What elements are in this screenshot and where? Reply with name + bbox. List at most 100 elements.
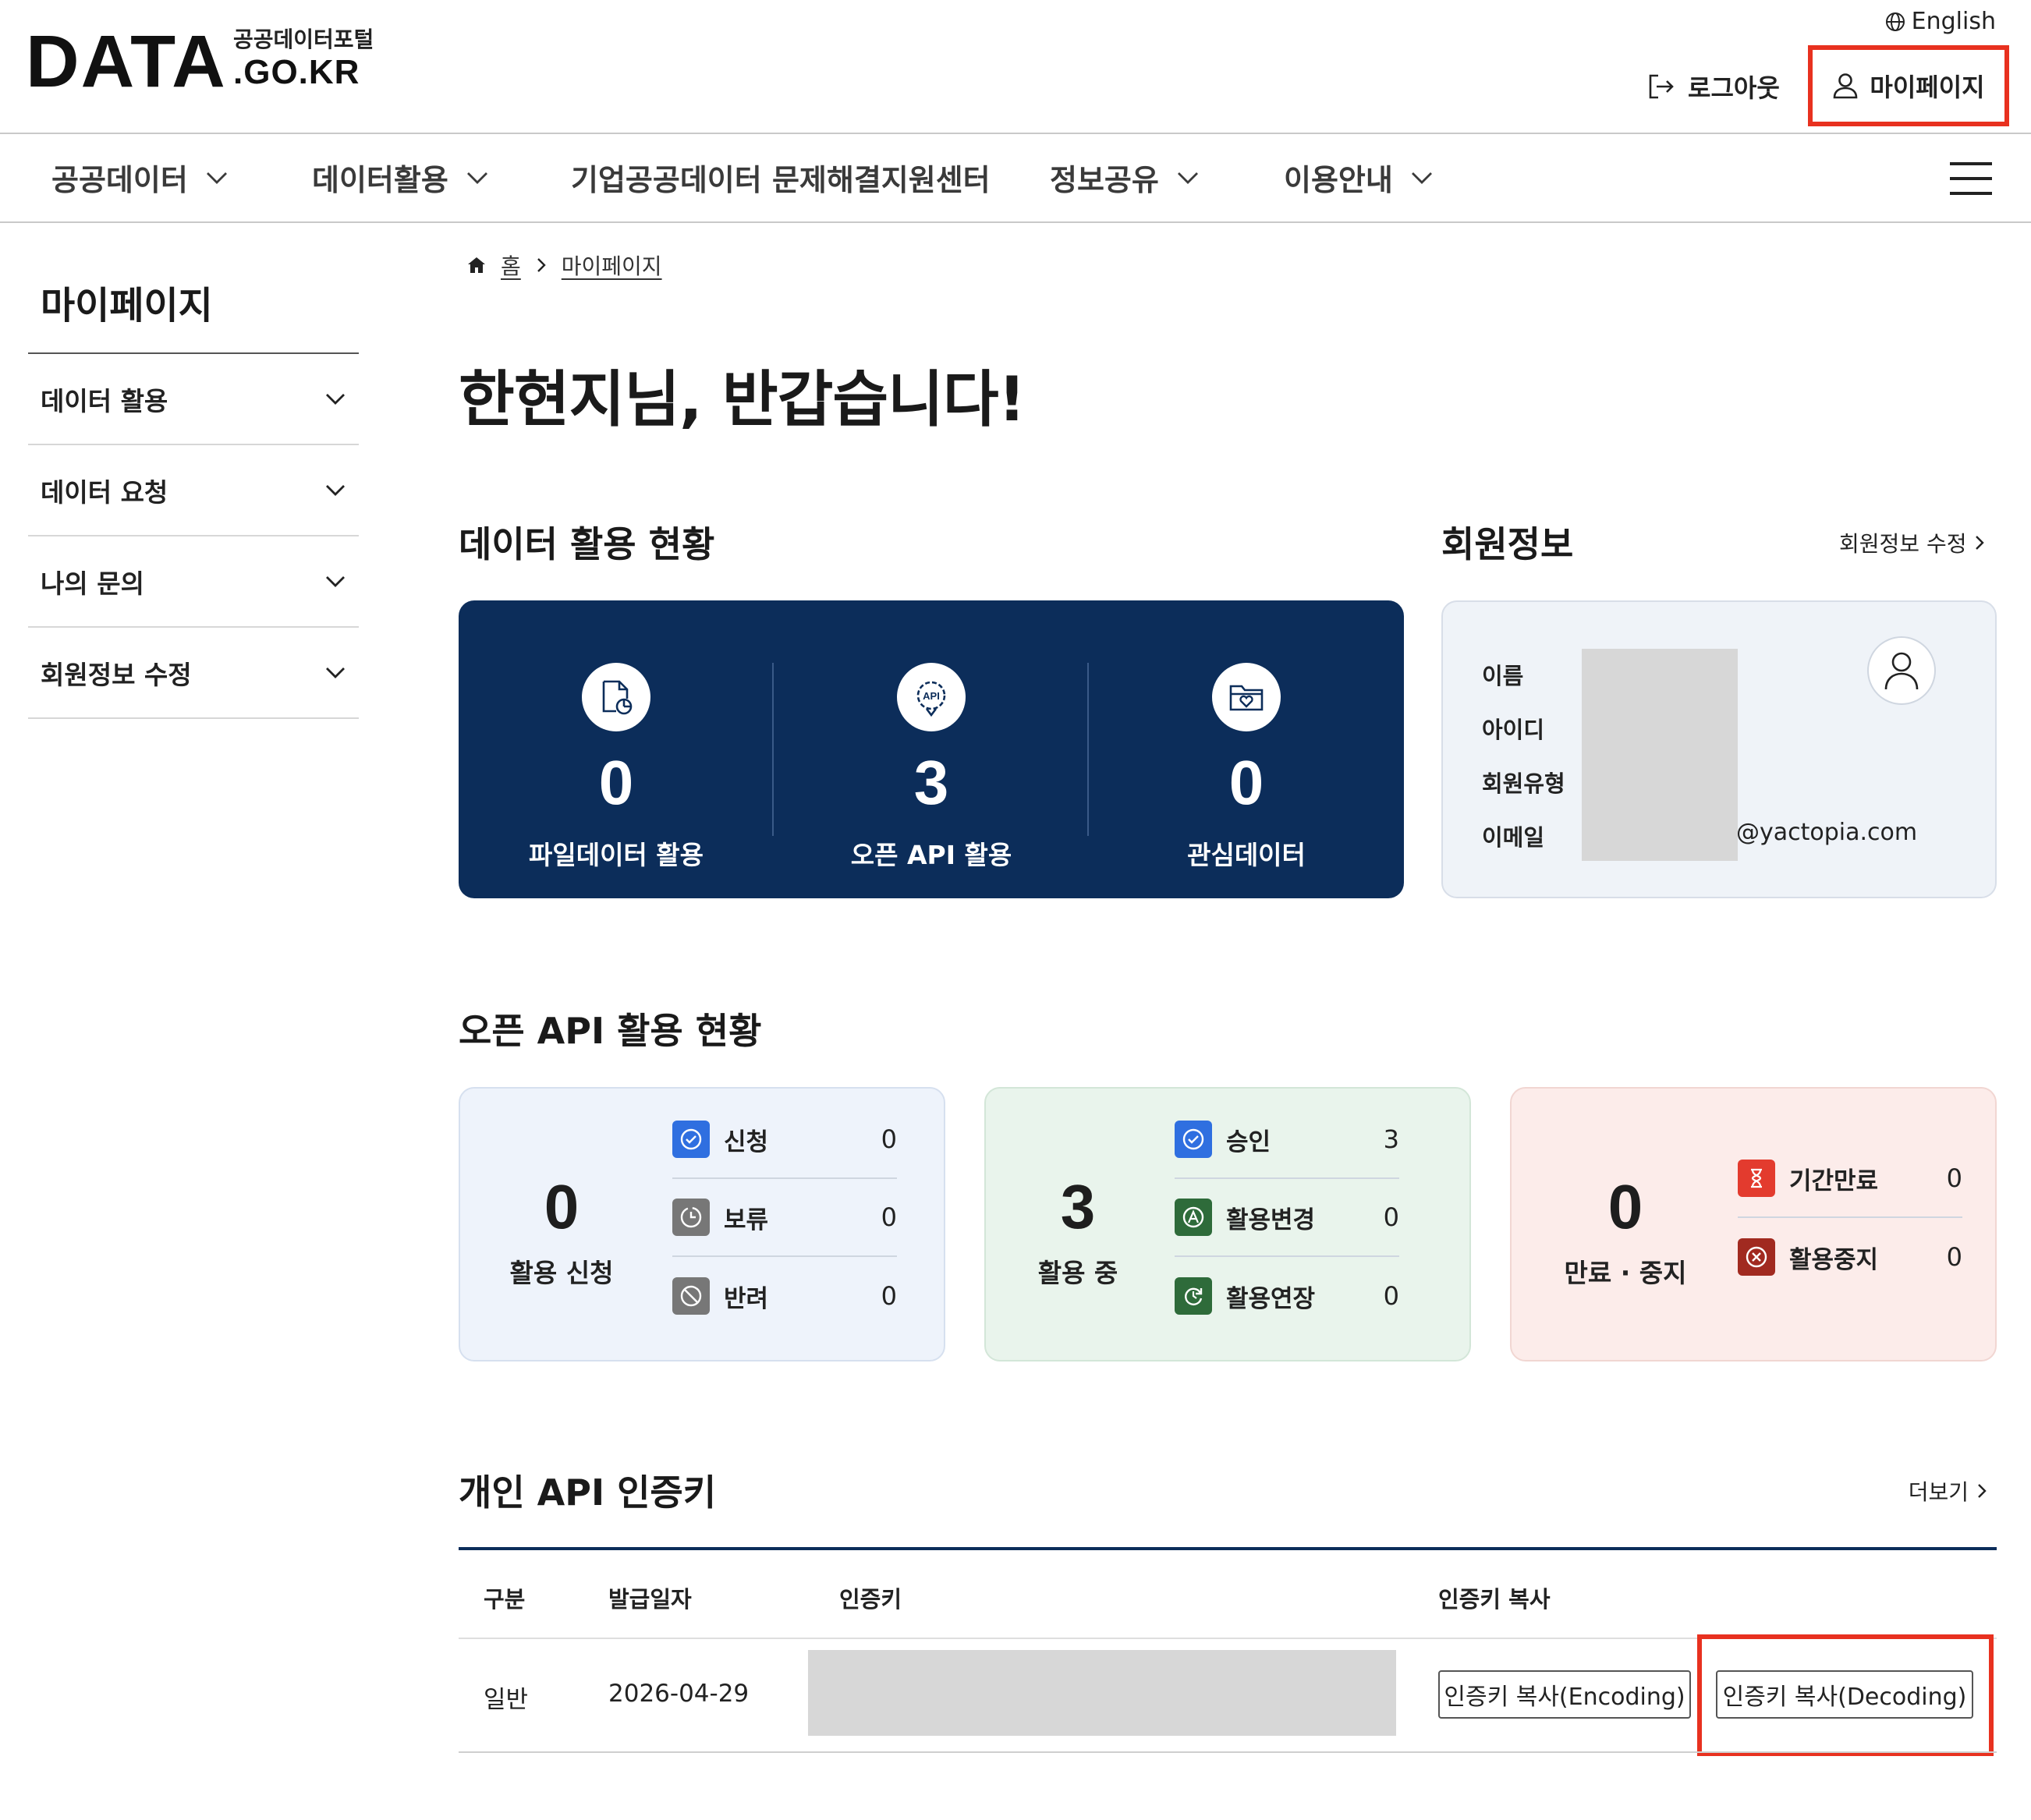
chevron-down-icon	[1410, 171, 1434, 185]
member-label-name: 이름	[1482, 663, 1524, 689]
gnb-item-public-data[interactable]: 공공데이터	[51, 156, 229, 199]
status-count: 0	[1383, 1281, 1399, 1311]
gnb-label: 정보공유	[1050, 163, 1159, 197]
api-card-application: 0 활용 신청 신청 0 보류 0 반려 0	[459, 1087, 945, 1361]
card-value: 0	[544, 1172, 580, 1241]
file-chart-icon	[582, 663, 650, 731]
status-row-change[interactable]: 활용변경 0	[1175, 1179, 1399, 1257]
menu-icon[interactable]	[1950, 162, 1992, 195]
global-nav: 공공데이터 데이터활용 기업공공데이터 문제해결지원센터 정보공유 이용안내	[0, 134, 2031, 223]
sidebar-item-data-usage[interactable]: 데이터 활용	[28, 354, 359, 445]
stat-label: 파일데이터 활용	[528, 840, 704, 870]
data-usage-title: 데이터 활용 현황	[459, 523, 715, 565]
sidebar-item-data-request[interactable]: 데이터 요청	[28, 445, 359, 536]
sidebar-item-label: 회원정보 수정	[41, 659, 192, 690]
chevron-down-icon	[324, 666, 346, 680]
more-link[interactable]: 더보기	[1909, 1475, 1987, 1507]
table-bottom-border	[459, 1751, 1997, 1753]
stat-interest-data[interactable]: 0 관심데이터	[1089, 663, 1404, 872]
clock-icon	[672, 1199, 710, 1236]
status-label: 활용중지	[1789, 1245, 1879, 1274]
extend-icon	[1175, 1277, 1212, 1315]
card-label: 활용 중	[1037, 1258, 1118, 1288]
gnb-label: 기업공공데이터 문제해결지원센터	[571, 163, 991, 197]
sidebar-item-label: 데이터 요청	[41, 476, 168, 508]
chevron-right-icon	[535, 257, 548, 274]
data-usage-panel: 0 파일데이터 활용 API 3 오픈 API 활용 0 관심데이터	[459, 600, 1404, 898]
status-count: 0	[881, 1281, 897, 1311]
language-label: English	[1911, 8, 1996, 35]
status-row-reject[interactable]: 반려 0	[672, 1257, 897, 1335]
ban-icon	[672, 1277, 710, 1315]
logout-button[interactable]: 로그아웃	[1647, 69, 1780, 104]
check-circle-icon	[672, 1121, 710, 1158]
card-label: 활용 신청	[509, 1258, 614, 1288]
status-row-expired[interactable]: 기간만료 0	[1738, 1140, 1962, 1218]
card-label: 만료 · 중지	[1564, 1258, 1687, 1288]
language-switch[interactable]: English	[1885, 8, 1996, 35]
check-circle-icon	[1175, 1121, 1212, 1158]
stat-label: 오픈 API 활용	[850, 840, 1012, 870]
member-info-title: 회원정보	[1441, 523, 1574, 565]
chevron-down-icon	[324, 392, 346, 406]
gnb-label: 이용안내	[1284, 163, 1393, 197]
svg-text:API: API	[923, 690, 940, 702]
welcome-heading: 한현지님, 반갑습니다!	[459, 365, 1026, 435]
breadcrumb-current[interactable]: 마이페이지	[562, 250, 662, 281]
sidebar-item-label: 데이터 활용	[41, 385, 168, 416]
redacted-api-key	[808, 1650, 1396, 1736]
home-icon[interactable]	[466, 256, 487, 274]
status-count: 0	[1946, 1242, 1962, 1272]
member-label-email: 이메일	[1482, 824, 1545, 851]
status-row-extend[interactable]: 활용연장 0	[1175, 1257, 1399, 1335]
chevron-down-icon	[205, 171, 229, 185]
gnb-item-info-share[interactable]: 정보공유	[1050, 156, 1200, 199]
status-count: 0	[1946, 1163, 1962, 1193]
api-gear-icon: API	[897, 663, 966, 731]
logo-domain[interactable]: .GO.KR	[233, 55, 360, 90]
change-icon	[1175, 1199, 1212, 1236]
logout-label: 로그아웃	[1688, 73, 1780, 103]
stat-open-api[interactable]: API 3 오픈 API 활용	[774, 663, 1089, 872]
member-edit-link[interactable]: 회원정보 수정	[1839, 527, 1985, 558]
breadcrumb: 홈 마이페이지	[466, 250, 662, 281]
sidebar-item-edit-profile[interactable]: 회원정보 수정	[28, 628, 359, 719]
table-header-key: 인증키	[839, 1586, 902, 1613]
status-count: 3	[1383, 1124, 1399, 1154]
table-header-type: 구분	[484, 1586, 526, 1613]
status-row-apply[interactable]: 신청 0	[672, 1101, 897, 1179]
globe-icon	[1885, 12, 1905, 32]
status-label: 승인	[1226, 1128, 1271, 1156]
api-status-title: 오픈 API 활용 현황	[459, 1010, 762, 1052]
mypage-button[interactable]: 마이페이지	[1808, 45, 2009, 126]
card-value: 0	[1607, 1172, 1643, 1241]
user-icon	[1832, 72, 1859, 100]
stat-value: 0	[1228, 748, 1264, 817]
status-row-approved[interactable]: 승인 3	[1175, 1101, 1399, 1179]
status-row-suspended[interactable]: 활용중지 0	[1738, 1218, 1962, 1296]
chevron-right-icon	[1974, 534, 1985, 551]
logo-subtitle[interactable]: 공공데이터포털	[233, 27, 374, 53]
stat-value: 0	[598, 748, 634, 817]
table-cell-issued: 2026-04-29	[608, 1680, 750, 1708]
gnb-item-data-usage[interactable]: 데이터활용	[312, 156, 489, 199]
chevron-down-icon	[324, 575, 346, 589]
gnb-label: 데이터활용	[312, 163, 448, 197]
status-count: 0	[881, 1202, 897, 1232]
gnb-item-support-center[interactable]: 기업공공데이터 문제해결지원센터	[571, 156, 991, 199]
hourglass-icon	[1738, 1160, 1775, 1197]
chevron-right-icon	[1976, 1482, 1987, 1500]
gnb-item-guide[interactable]: 이용안내	[1284, 156, 1434, 199]
breadcrumb-home[interactable]: 홈	[501, 250, 521, 281]
status-row-hold[interactable]: 보류 0	[672, 1179, 897, 1257]
stat-file-data[interactable]: 0 파일데이터 활용	[459, 663, 774, 872]
highlight-box	[1697, 1634, 1994, 1756]
status-label: 보류	[724, 1206, 769, 1234]
copy-encoding-button[interactable]: 인증키 복사(Encoding)	[1438, 1670, 1691, 1719]
folder-heart-icon	[1212, 663, 1281, 731]
logo-wordmark[interactable]: DATA	[26, 25, 227, 99]
member-email-value: @yactopia.com	[1736, 819, 1918, 846]
sidebar-item-my-inquiry[interactable]: 나의 문의	[28, 536, 359, 628]
table-top-border	[459, 1547, 1997, 1550]
more-label: 더보기	[1908, 1479, 1969, 1505]
